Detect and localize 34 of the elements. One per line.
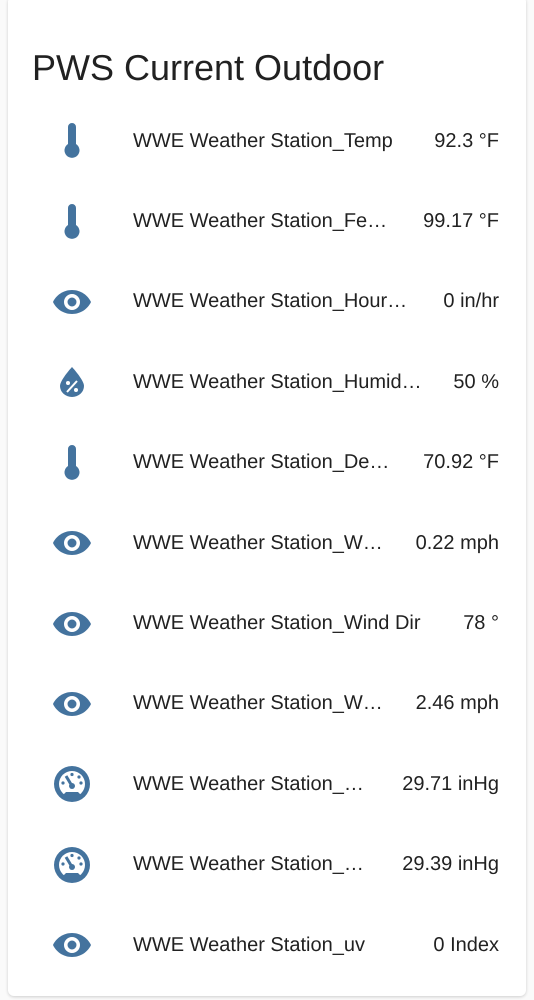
eye-icon — [53, 692, 91, 716]
gauge-icon — [54, 766, 90, 802]
entity-name: WWE Weather Station_De… — [133, 451, 390, 474]
entity-value: 78 ° — [463, 612, 499, 636]
gauge-icon — [54, 846, 90, 883]
entity-value: 99.17 °F — [423, 210, 499, 234]
entity-value: 0 in/hr — [443, 290, 499, 314]
entity-value: 92.3 °F — [434, 130, 499, 153]
card-title: PWS Current Outdoor — [31, 46, 386, 90]
thermometer-icon — [63, 444, 81, 481]
entity-name: WWE Weather Station_Humid… — [133, 370, 423, 394]
entity-name: WWE Weather Station_Hour… — [133, 290, 408, 314]
entity-name: WWE Weather Station_uv — [133, 934, 366, 957]
entity-value: 0 Index — [433, 934, 499, 957]
thermometer-icon — [63, 204, 81, 240]
entity-name: WWE Weather Station_W… — [133, 692, 384, 716]
entity-value: 50 % — [453, 370, 499, 394]
eye-icon — [53, 290, 91, 314]
entity-value: 0.22 mph — [416, 532, 499, 555]
eye-icon — [53, 531, 91, 556]
entity-value: 70.92 °F — [423, 451, 499, 474]
eye-icon — [53, 612, 91, 636]
entity-name: WWE Weather Station_Wind Dir — [133, 612, 422, 636]
entity-name: WWE Weather Station_Temp — [133, 130, 394, 153]
entity-name: WWE Weather Station_… — [133, 772, 365, 796]
thermometer-icon — [63, 123, 81, 160]
entity-value: 29.71 inHg — [402, 772, 499, 796]
entity-value: 29.39 inHg — [402, 853, 499, 876]
entity-name: WWE Weather Station_W… — [133, 532, 384, 555]
entity-name: WWE Weather Station_… — [133, 853, 365, 876]
entity-name: WWE Weather Station_Fe… — [133, 210, 388, 234]
eye-icon — [53, 933, 91, 958]
water-drop-percent-icon — [60, 367, 84, 398]
entity-value: 2.46 mph — [416, 692, 499, 716]
